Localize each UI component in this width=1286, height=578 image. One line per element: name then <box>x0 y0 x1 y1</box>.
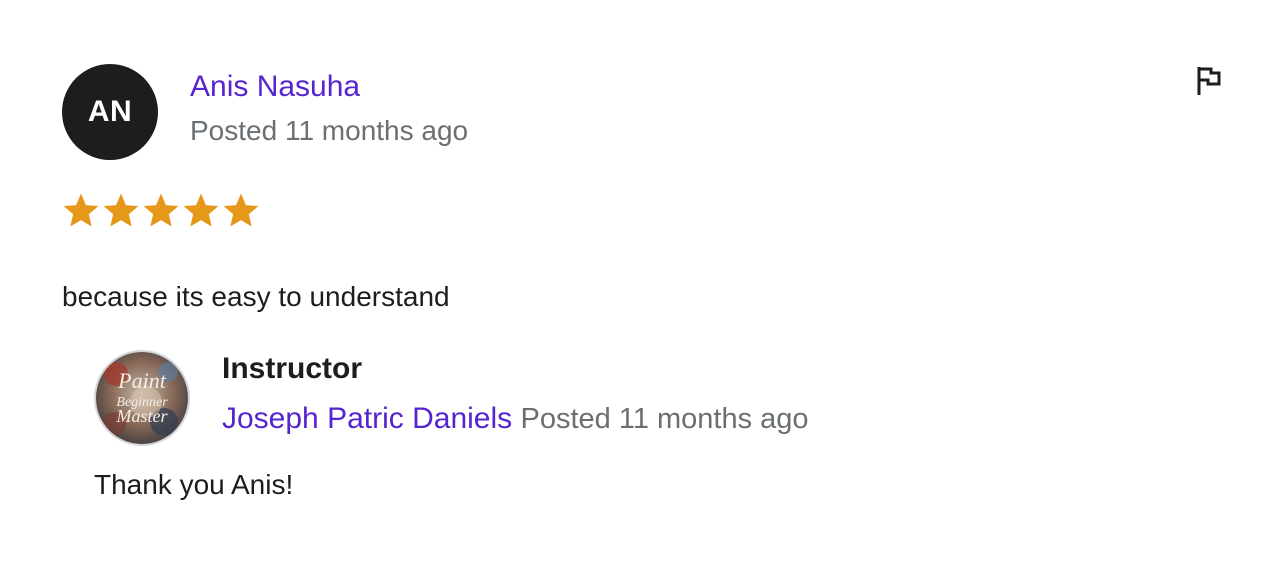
review-comment: because its easy to understand <box>62 281 450 312</box>
review-posted-time: Posted 11 months ago <box>190 115 469 146</box>
avatar-initials: AN <box>87 95 133 128</box>
star-icon <box>63 193 99 227</box>
review-card: AN Anis Nasuha Posted 11 months ago beca… <box>0 0 1286 578</box>
avatar-line-3: Master <box>116 406 169 426</box>
reviewer-name[interactable]: Anis Nasuha <box>190 68 360 106</box>
star-rating <box>62 192 260 230</box>
instructor-response-text: Thank you Anis! <box>94 469 294 500</box>
reviewer-avatar: AN <box>62 64 158 160</box>
flag-icon[interactable] <box>1192 64 1226 98</box>
avatar-line-1: Paint <box>117 368 167 393</box>
response-posted-time: Posted 11 months ago <box>520 403 809 435</box>
instructor-name[interactable]: Joseph Patric Daniels <box>222 402 512 435</box>
instructor-avatar: Paint Beginner Master <box>94 350 190 446</box>
instructor-role-label: Instructor <box>222 352 363 385</box>
instructor-meta: Joseph Patric Daniels Posted 11 months a… <box>222 400 809 438</box>
star-icon <box>103 193 139 227</box>
star-icon <box>223 193 259 227</box>
star-icon <box>143 193 179 227</box>
star-icon <box>183 193 219 227</box>
